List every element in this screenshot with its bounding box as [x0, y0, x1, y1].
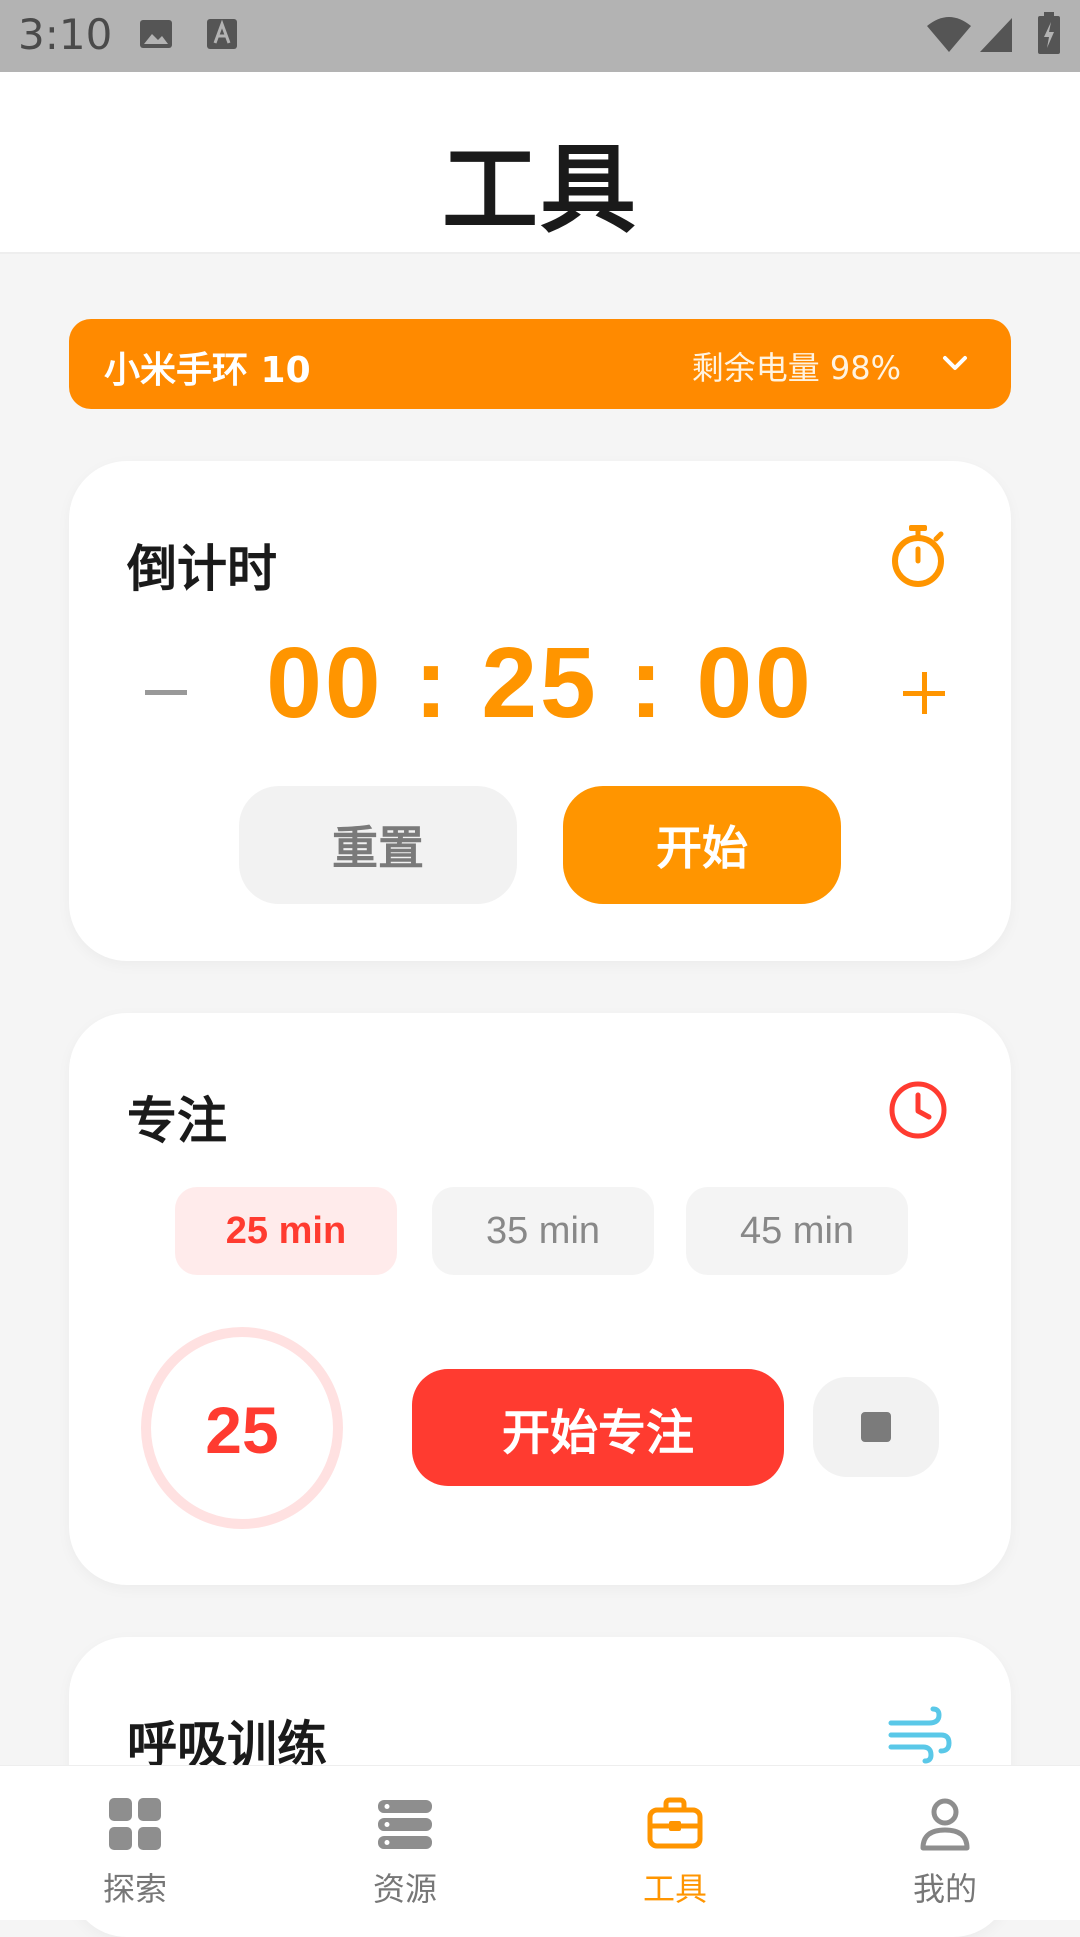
duration-chip-45[interactable]: 45 min — [686, 1187, 908, 1275]
status-bar: 3:10 — [0, 0, 1080, 72]
grid-icon — [109, 1798, 161, 1850]
bottom-navigation: 探索 资源 工具 我的 — [0, 1765, 1080, 1920]
wind-icon — [888, 1706, 952, 1764]
start-button[interactable]: 开始 — [563, 786, 841, 904]
nav-label-resources: 资源 — [372, 1870, 437, 1908]
nav-label-tools: 工具 — [642, 1870, 707, 1908]
clock-icon — [889, 1081, 947, 1139]
countdown-time: 00 : 25 : 00 — [266, 627, 814, 739]
nav-item-profile[interactable]: 我的 — [810, 1766, 1080, 1921]
device-name: 小米手环 10 — [104, 350, 311, 391]
nav-label-explore: 探索 — [102, 1870, 167, 1908]
text-notification-icon — [207, 19, 237, 49]
image-notification-icon — [140, 20, 172, 48]
focus-title: 专注 — [127, 1092, 227, 1150]
battery-icon — [1038, 12, 1060, 54]
person-icon — [920, 1798, 970, 1851]
nav-item-resources[interactable]: 资源 — [270, 1766, 540, 1921]
nav-label-profile: 我的 — [912, 1870, 977, 1908]
stopwatch-icon — [892, 525, 944, 587]
status-time: 3:10 — [18, 10, 113, 59]
chevron-down-icon — [943, 356, 967, 370]
cellular-signal-icon — [980, 18, 1012, 52]
start-focus-button[interactable]: 开始专注 — [412, 1369, 784, 1486]
toolbox-icon — [647, 1797, 703, 1849]
device-battery: 剩余电量 98% — [691, 349, 901, 387]
wifi-icon — [927, 17, 971, 52]
reset-button[interactable]: 重置 — [239, 786, 517, 904]
device-selector[interactable]: 小米手环 10 剩余电量 98% — [69, 319, 1011, 409]
countdown-title: 倒计时 — [127, 540, 277, 598]
duration-chip-35[interactable]: 35 min — [432, 1187, 654, 1275]
nav-item-tools[interactable]: 工具 — [540, 1766, 810, 1921]
page-title: 工具 — [442, 134, 638, 246]
server-icon — [378, 1800, 432, 1849]
countdown-card: 倒计时 00 : 25 : 00 重置 开始 — [69, 461, 1011, 961]
nav-item-explore[interactable]: 探索 — [0, 1766, 270, 1921]
increase-time-button[interactable] — [885, 653, 965, 733]
stop-focus-button[interactable] — [813, 1377, 939, 1477]
page-header: 工具 — [0, 72, 1080, 254]
duration-chip-25[interactable]: 25 min — [175, 1187, 397, 1275]
focus-ring-value: 25 — [205, 1393, 279, 1467]
stop-icon — [861, 1412, 891, 1442]
